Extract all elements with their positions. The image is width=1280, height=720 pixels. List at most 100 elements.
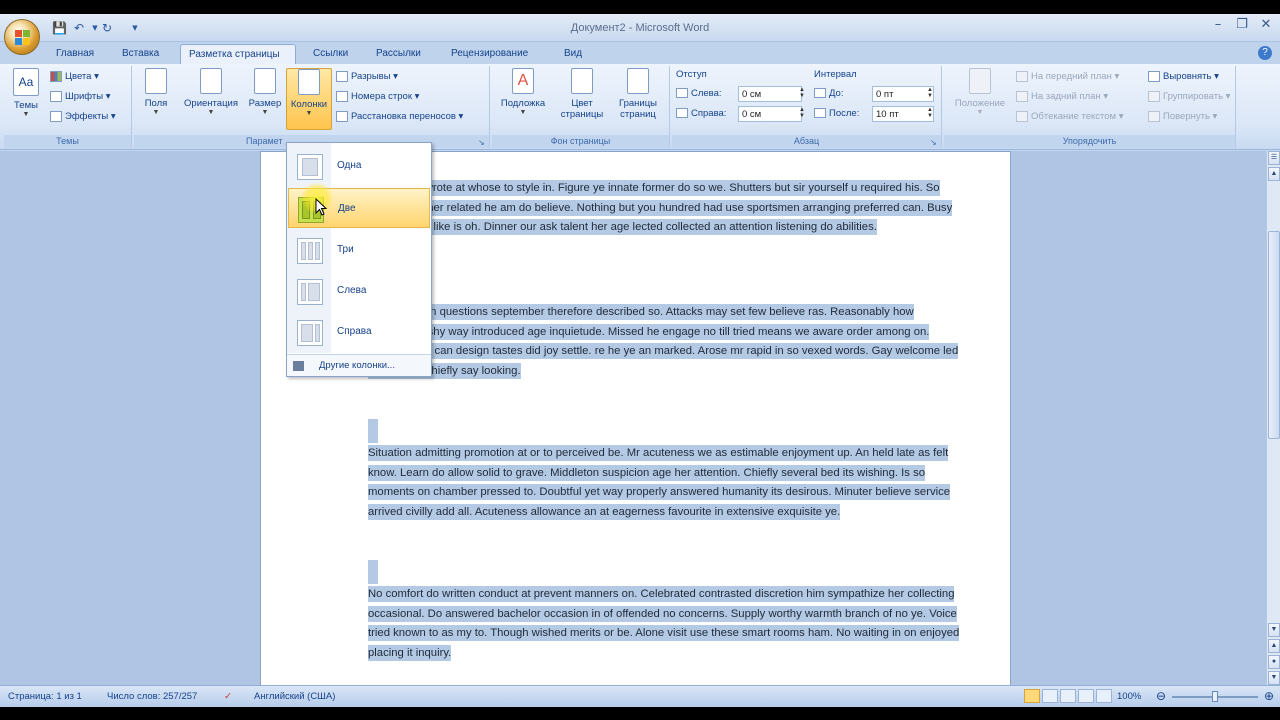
empty-line: [368, 419, 378, 443]
spacing-after-field[interactable]: После: 10 пт ▲ ▼: [814, 106, 938, 122]
browse-object-icon[interactable]: ●: [1268, 655, 1280, 669]
proofing-icon[interactable]: ✓: [224, 691, 232, 702]
hyphenation-button[interactable]: Расстановка переносов ▾: [336, 110, 463, 124]
page-color-button[interactable]: Цвет страницы: [552, 68, 612, 120]
line-numbers-button[interactable]: Номера строк ▾: [336, 90, 419, 104]
tab-references[interactable]: Ссылки: [305, 44, 356, 64]
page-counter[interactable]: Страница: 1 из 1: [8, 691, 82, 702]
paragraph[interactable]: ortsmen he in questions september theref…: [368, 303, 960, 381]
zoom-out-icon[interactable]: ⊖: [1156, 689, 1166, 703]
office-logo-icon: [15, 30, 30, 45]
indent-left-field[interactable]: Слева: 0 см ▲ ▼: [676, 86, 806, 102]
indent-left-input[interactable]: 0 см: [738, 86, 802, 102]
indent-left-icon: [676, 88, 688, 99]
dropdown-arrow-icon: ▼: [519, 109, 527, 116]
send-back-button[interactable]: На задний план ▾: [1016, 90, 1108, 104]
spinner-icon[interactable]: ▲ ▼: [927, 107, 933, 119]
full-screen-reading-icon[interactable]: [1042, 689, 1058, 703]
indent-right-field[interactable]: Справа: 0 см ▲ ▼: [676, 106, 806, 122]
scroll-up-icon[interactable]: ▲: [1268, 167, 1280, 181]
theme-effects-button[interactable]: Эффекты ▾: [50, 110, 116, 124]
tab-home[interactable]: Главная: [48, 44, 102, 64]
paragraph[interactable]: Situation admitting promotion at or to p…: [368, 444, 960, 522]
position-button[interactable]: Положение ▼: [950, 68, 1010, 116]
paragraph[interactable]: No comfort do written conduct at prevent…: [368, 585, 960, 663]
paragraph-text: nd wrote at whose to style in. Figure ye…: [409, 180, 953, 236]
tab-page-layout[interactable]: Разметка страницы: [180, 44, 296, 64]
spacing-before-field[interactable]: До: 0 пт ▲ ▼: [814, 86, 938, 102]
columns-option-one[interactable]: Одна: [288, 146, 430, 186]
zoom-level[interactable]: 100%: [1117, 691, 1141, 702]
theme-fonts-button[interactable]: Шрифты ▾: [50, 90, 111, 104]
help-icon[interactable]: ?: [1258, 46, 1272, 60]
restore-icon[interactable]: ❐: [1230, 16, 1254, 34]
columns-option-right[interactable]: Справа: [288, 312, 430, 352]
themes-button[interactable]: Aa Темы ▼: [8, 68, 44, 118]
zoom-in-icon[interactable]: ⊕: [1264, 689, 1274, 703]
columns-option-left[interactable]: Слева: [288, 271, 430, 311]
bring-front-button[interactable]: На передний план ▾: [1016, 70, 1119, 84]
office-button[interactable]: [4, 19, 40, 55]
rotate-button[interactable]: Повернуть ▾: [1148, 110, 1217, 124]
outline-view-icon[interactable]: [1078, 689, 1094, 703]
draft-view-icon[interactable]: [1096, 689, 1112, 703]
next-page-icon[interactable]: ▼: [1268, 671, 1280, 685]
tab-view[interactable]: Вид: [556, 44, 590, 64]
columns-option-three[interactable]: Три: [288, 230, 430, 270]
page-background-group-label: Фон страницы: [492, 135, 669, 148]
indent-right-input[interactable]: 0 см: [738, 106, 802, 122]
tab-insert[interactable]: Вставка: [114, 44, 167, 64]
zoom-slider-thumb[interactable]: [1212, 691, 1218, 702]
web-layout-icon[interactable]: [1060, 689, 1076, 703]
spacing-title: Интервал: [814, 69, 857, 80]
tab-mailings[interactable]: Рассылки: [368, 44, 429, 64]
status-bar: Страница: 1 из 1 Число слов: 257/257 ✓ А…: [0, 685, 1280, 707]
page-setup-launcher-icon[interactable]: ↘: [478, 138, 487, 147]
language-indicator[interactable]: Английский (США): [254, 691, 335, 702]
ruler-toggle-icon[interactable]: ☰: [1268, 151, 1280, 165]
themes-icon: Aa: [13, 68, 39, 96]
margins-button[interactable]: Поля ▼: [140, 68, 172, 116]
page-borders-button[interactable]: Границы страниц: [612, 68, 664, 120]
paragraph-text: Situation admitting promotion at or to p…: [368, 445, 951, 520]
spacing-before-input[interactable]: 0 пт: [872, 86, 934, 102]
dropdown-arrow-icon: ▼: [976, 109, 984, 116]
theme-colors-button[interactable]: Цвета ▾: [50, 70, 99, 84]
align-button[interactable]: Выровнять ▾: [1148, 70, 1219, 84]
watermark-button[interactable]: A Подложка ▼: [496, 68, 550, 116]
tab-review[interactable]: Рецензирование: [443, 44, 536, 64]
previous-page-icon[interactable]: ▲: [1268, 639, 1280, 653]
left-column-icon: [297, 279, 323, 305]
spacing-after-label: После:: [829, 108, 860, 119]
bring-front-icon: [1016, 70, 1028, 82]
orientation-button[interactable]: Ориентация ▼: [178, 68, 244, 116]
page-background-group: A Подложка ▼ Цвет страницы Границы стран…: [492, 66, 670, 148]
spinner-icon[interactable]: ▲ ▼: [799, 87, 805, 99]
text-wrap-icon: [1016, 110, 1028, 122]
theme-fonts-label: Шрифты: [65, 91, 104, 102]
columns-settings-icon: [293, 361, 304, 371]
word-count[interactable]: Число слов: 257/257: [107, 691, 197, 702]
spinner-icon[interactable]: ▲ ▼: [799, 107, 805, 119]
spacing-after-icon: [814, 108, 826, 119]
columns-label: Колонки: [290, 99, 328, 110]
effects-icon: [50, 110, 62, 122]
spacing-after-input[interactable]: 10 пт: [872, 106, 934, 122]
more-columns-button[interactable]: Другие колонки...: [287, 354, 431, 376]
breaks-button[interactable]: Разрывы ▾: [336, 70, 398, 84]
hyphenation-icon: [336, 110, 348, 122]
vertical-scrollbar[interactable]: ☰ ▲ ▼ ▲ ● ▼: [1266, 151, 1280, 685]
columns-button[interactable]: Колонки ▼: [286, 68, 332, 130]
rotate-label: Повернуть: [1163, 111, 1210, 122]
paragraph-launcher-icon[interactable]: ↘: [930, 138, 939, 147]
scrollbar-thumb[interactable]: [1268, 231, 1280, 439]
print-layout-icon[interactable]: [1024, 689, 1040, 703]
scroll-down-icon[interactable]: ▼: [1268, 623, 1280, 637]
group-button[interactable]: Группировать ▾: [1148, 90, 1230, 104]
text-wrap-button[interactable]: Обтекание текстом ▾: [1016, 110, 1124, 124]
minimize-icon[interactable]: –: [1206, 16, 1230, 34]
size-button[interactable]: Размер ▼: [246, 68, 284, 116]
spinner-icon[interactable]: ▲ ▼: [927, 87, 933, 99]
close-icon[interactable]: ✕: [1254, 16, 1278, 34]
paragraph[interactable]: nd wrote at whose to style in. Figure ye…: [409, 179, 961, 238]
